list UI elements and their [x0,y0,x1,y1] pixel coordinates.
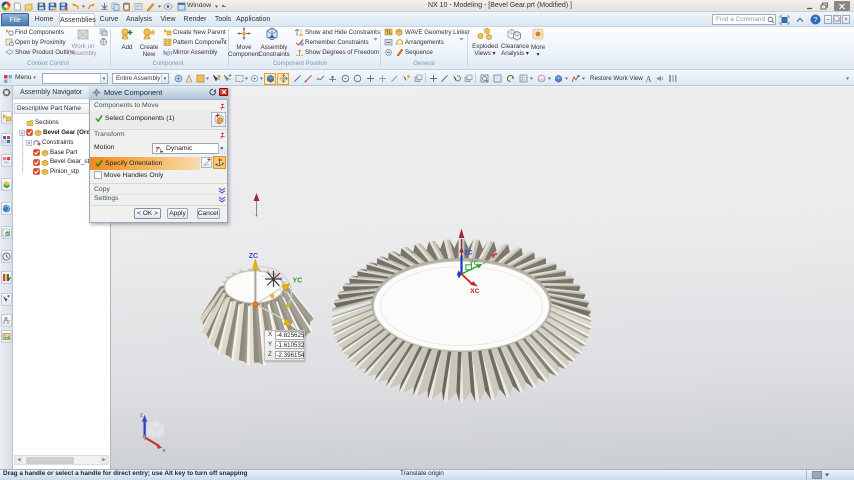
svg-text:YC: YC [469,260,478,267]
svg-text:ZC: ZC [464,250,473,257]
svg-text:?: ? [813,15,817,24]
svg-text:YC: YC [293,278,303,285]
svg-text:TL: TL [386,30,392,36]
svg-text:x: x [163,448,166,454]
svg-text:ZC: ZC [249,253,258,260]
svg-text:A: A [646,75,652,84]
svg-text:XC: XC [470,288,479,295]
svg-text:z: z [140,413,143,419]
svg-text:z: z [221,158,223,162]
